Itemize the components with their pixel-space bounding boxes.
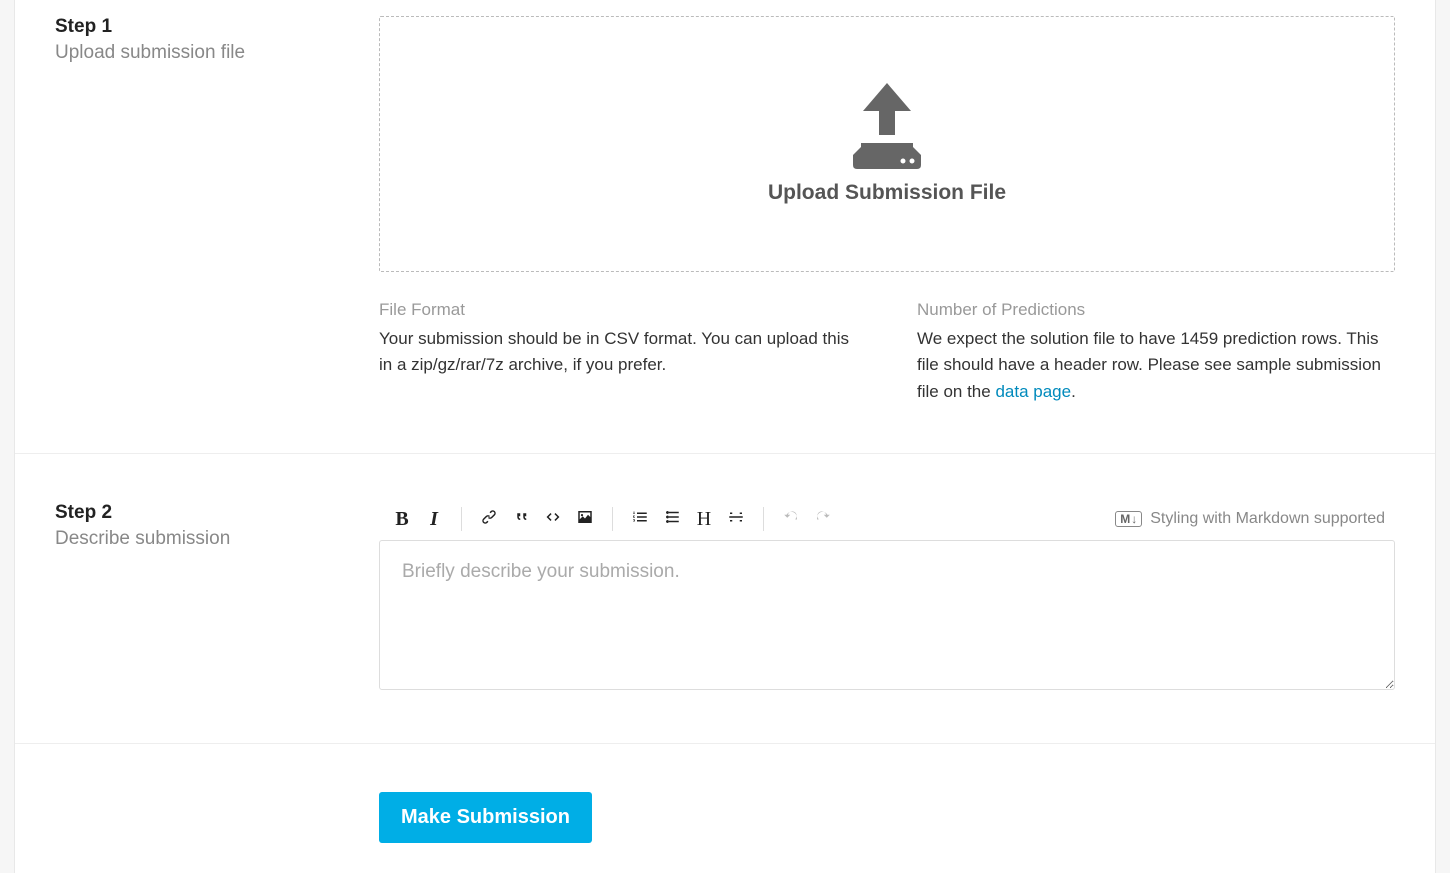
- image-button[interactable]: [572, 506, 598, 532]
- toolbar-separator: [763, 507, 764, 531]
- bold-button[interactable]: B: [389, 506, 415, 532]
- file-format-heading: File Format: [379, 300, 857, 320]
- code-button[interactable]: [540, 506, 566, 532]
- heading-button[interactable]: H: [691, 506, 717, 532]
- image-icon: [576, 508, 594, 531]
- file-format-body: Your submission should be in CSV format.…: [379, 326, 857, 379]
- horizontal-rule-button[interactable]: [723, 506, 749, 532]
- predictions-body: We expect the solution file to have 1459…: [917, 326, 1395, 405]
- file-format-block: File Format Your submission should be in…: [379, 300, 857, 405]
- predictions-block: Number of Predictions We expect the solu…: [917, 300, 1395, 405]
- horizontal-rule-icon: [727, 508, 745, 531]
- markdown-badge-icon: M↓: [1115, 511, 1142, 527]
- markdown-hint: M↓ Styling with Markdown supported: [1115, 510, 1385, 528]
- data-page-link[interactable]: data page: [995, 382, 1071, 401]
- code-icon: [544, 508, 562, 531]
- editor-toolbar: B I: [379, 502, 1395, 540]
- unordered-list-icon: [663, 508, 681, 531]
- upload-dropzone-label: Upload Submission File: [768, 181, 1006, 205]
- step2-left: Step 2 Describe submission: [55, 502, 379, 695]
- quote-icon: [512, 508, 530, 531]
- step1-section: Step 1 Upload submission file Upload Sub…: [15, 0, 1435, 453]
- predictions-heading: Number of Predictions: [917, 300, 1395, 320]
- upload-dropzone[interactable]: Upload Submission File: [379, 16, 1395, 272]
- redo-icon: [814, 508, 832, 531]
- redo-button[interactable]: [810, 506, 836, 532]
- undo-icon: [782, 508, 800, 531]
- toolbar-separator: [461, 507, 462, 531]
- link-icon: [480, 508, 498, 531]
- step1-left: Step 1 Upload submission file: [55, 16, 379, 405]
- step1-title: Upload submission file: [55, 42, 379, 64]
- step2-section: Step 2 Describe submission B I: [15, 453, 1435, 743]
- quote-button[interactable]: [508, 506, 534, 532]
- ordered-list-icon: [631, 508, 649, 531]
- step2-title: Describe submission: [55, 528, 379, 550]
- description-textarea[interactable]: [379, 540, 1395, 690]
- step2-right: B I: [379, 502, 1395, 695]
- file-info-row: File Format Your submission should be in…: [379, 300, 1395, 405]
- upload-icon: [837, 83, 937, 175]
- submit-row: Make Submission: [15, 743, 1435, 843]
- unordered-list-button[interactable]: [659, 506, 685, 532]
- make-submission-button[interactable]: Make Submission: [379, 792, 592, 843]
- undo-button[interactable]: [778, 506, 804, 532]
- ordered-list-button[interactable]: [627, 506, 653, 532]
- predictions-text-prefix: We expect the solution file to have 1459…: [917, 329, 1381, 401]
- predictions-text-suffix: .: [1071, 382, 1076, 401]
- link-button[interactable]: [476, 506, 502, 532]
- page-container: Step 1 Upload submission file Upload Sub…: [14, 0, 1436, 873]
- step1-right: Upload Submission File File Format Your …: [379, 16, 1395, 405]
- step2-number: Step 2: [55, 502, 379, 524]
- step1-number: Step 1: [55, 16, 379, 38]
- toolbar-separator: [612, 507, 613, 531]
- markdown-hint-text: Styling with Markdown supported: [1150, 510, 1385, 528]
- italic-button[interactable]: I: [421, 506, 447, 532]
